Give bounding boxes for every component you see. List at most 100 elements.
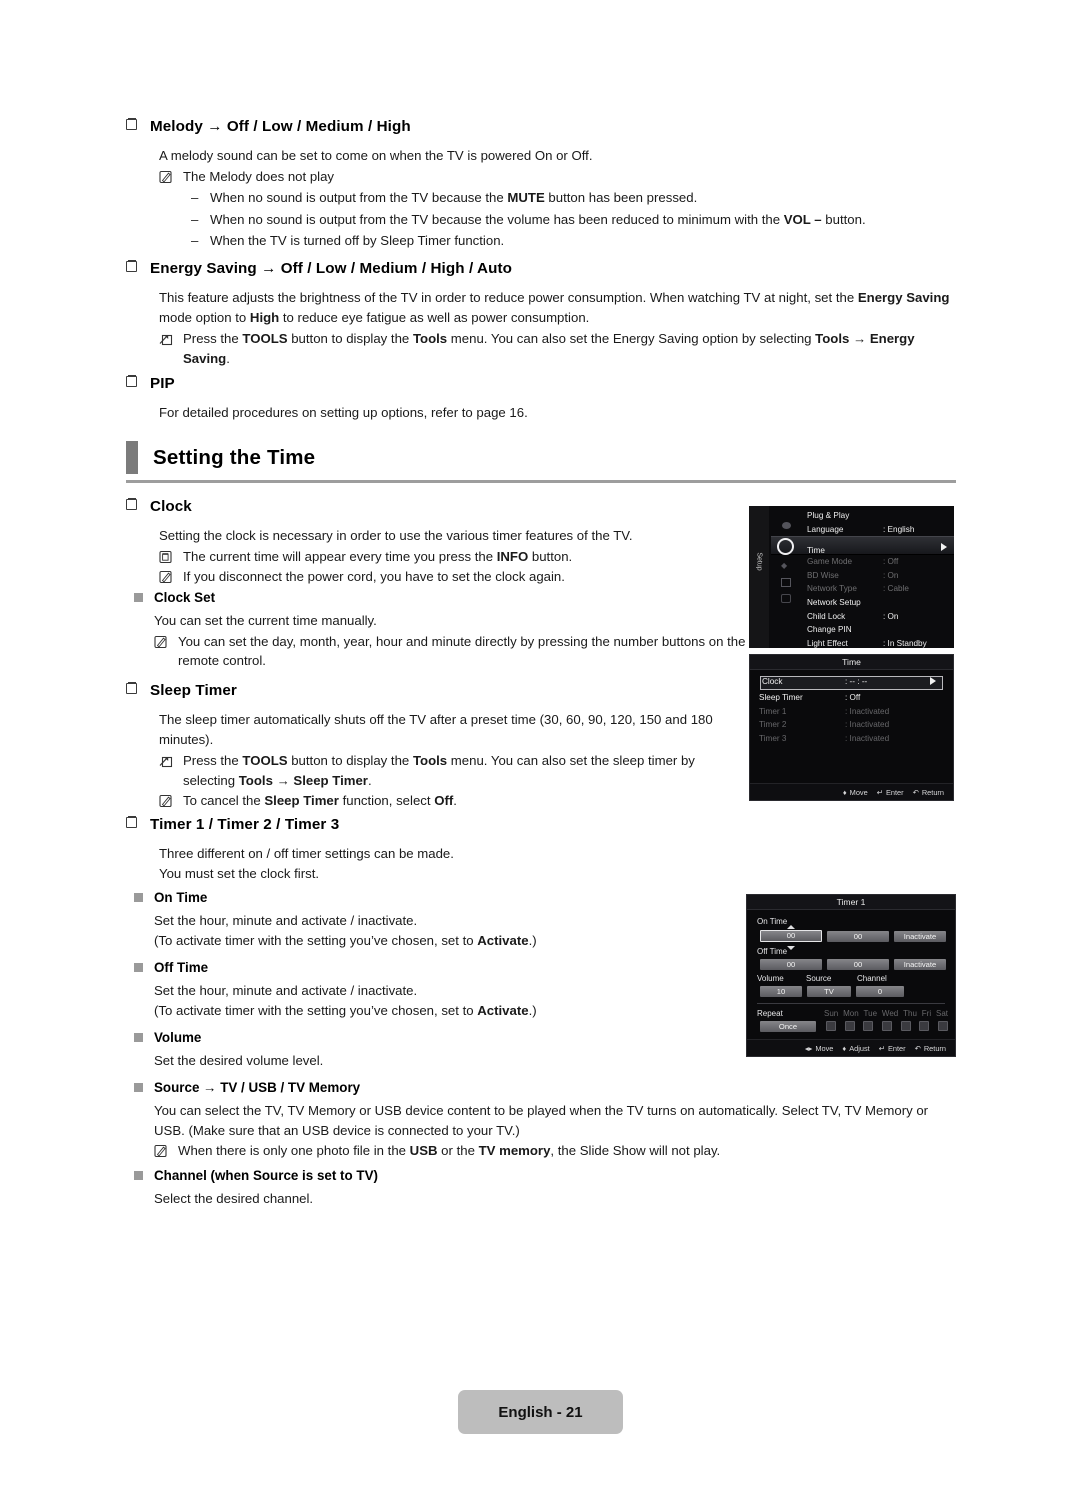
osd-setup-row-light-effect[interactable]: Light Effect : In Standby: [807, 639, 948, 648]
osd-setup-row-game-mode[interactable]: Game Mode : Off: [807, 557, 948, 571]
osd-timer1-on-state-field[interactable]: Inactivate: [894, 931, 946, 942]
osd-setup-row-language[interactable]: Language : English: [807, 525, 948, 539]
osd-timer1-off-state-field[interactable]: Inactivate: [894, 959, 946, 970]
osd-time-footer: ♦ Move ↵ Enter ↶ Return: [750, 783, 953, 800]
osd-timer1-on-hour-field[interactable]: 00: [760, 930, 822, 942]
sleep-timer-note-2: To cancel the Sleep Timer function, sele…: [159, 791, 744, 811]
osd-setup-value: : Cable: [883, 584, 909, 594]
source-heading-text: Source → TV / USB / TV Memory: [154, 1080, 361, 1095]
channel-line-1: Select the desired channel.: [154, 1191, 314, 1206]
section-on-time: On Time Set the hour, minute and activat…: [134, 890, 734, 950]
osd-timer1-source-field[interactable]: TV: [807, 986, 851, 997]
heading-divider: [126, 480, 956, 483]
clock-note-2-text: If you disconnect the power cord, you ha…: [183, 569, 565, 584]
day-checkbox-mon[interactable]: [844, 1021, 855, 1031]
osd-setup-row-change-pin[interactable]: Change PIN: [807, 625, 948, 639]
section-timers: Timer 1 / Timer 2 / Timer 3 Three differ…: [126, 815, 744, 883]
move-leftright-icon: ◂▸: [804, 1043, 813, 1053]
clock-intro: Setting the clock is necessary in order …: [159, 528, 633, 543]
melody-intro: A melody sound can be set to come on whe…: [159, 148, 593, 163]
day-checkbox-wed[interactable]: [881, 1021, 892, 1031]
melody-dash-3: – When the TV is turned off by Sleep Tim…: [191, 231, 956, 251]
clock-set-body: You can set the current time manually.: [154, 613, 377, 628]
square-bullet-icon: [134, 1083, 143, 1092]
clock-note-1: The current time will appear every time …: [159, 547, 746, 567]
energy-saving-heading: Energy Saving → Off / Low / Medium / Hig…: [126, 259, 956, 277]
osd-time-row-sleep-timer[interactable]: Sleep Timer : Off: [757, 693, 946, 707]
osd-timer1-channel-field[interactable]: 0: [856, 986, 904, 997]
osd-setup-row-plug-and-play[interactable]: Plug & Play: [807, 511, 948, 525]
day-checkbox-fri[interactable]: [919, 1021, 930, 1031]
checkbox-bullet-icon: [126, 259, 137, 272]
day-label-fri: Fri: [921, 1009, 932, 1018]
osd-timer1-day-labels: Sun Mon Tue Wed Thu Fri Sat: [824, 1009, 948, 1018]
osd-setup-menu: Setup ◆ Plug & Play Language : English T: [749, 506, 954, 648]
osd-time-row-timer-3[interactable]: Timer 3 : Inactivated: [757, 734, 946, 748]
day-checkbox-sun[interactable]: [826, 1021, 836, 1031]
clock-set-heading: Clock Set: [134, 590, 746, 605]
gear-icon: [777, 538, 794, 555]
checkbox-bullet-icon: [126, 497, 137, 510]
osd-time-row-clock[interactable]: Clock : -- : --: [757, 674, 946, 691]
osd-timer1-channel-label: Channel: [857, 974, 887, 983]
input-icon: ◆: [781, 561, 788, 570]
clock-set-heading-text: Clock Set: [154, 590, 216, 605]
osd-timer1-off-hour-field[interactable]: 00: [760, 959, 822, 970]
energy-saving-note-text: Press the TOOLS button to display the To…: [183, 331, 915, 366]
timers-heading: Timer 1 / Timer 2 / Timer 3: [126, 815, 744, 833]
melody-heading-text: Melody → Off / Low / Medium / High: [150, 118, 411, 135]
osd-time-title: Time: [750, 655, 953, 670]
osd-time-row-timer-2[interactable]: Timer 2 : Inactivated: [757, 720, 946, 734]
dash-mark: –: [191, 233, 199, 248]
osd-setup-row-child-lock[interactable]: Child Lock : On: [807, 612, 948, 626]
osd-timer1-move-label: Move: [815, 1043, 834, 1053]
osd-timer1-move-hint: ◂▸ Move: [805, 1044, 834, 1053]
tools-note-icon: [159, 754, 174, 768]
osd-timer1-adjust-hint: ♦ Adjust: [842, 1044, 869, 1053]
page-footer-badge: English - 21: [458, 1390, 623, 1434]
osd-timer1-on-time-label: On Time: [757, 917, 788, 926]
osd-setup-row-time[interactable]: Time: [807, 538, 948, 557]
day-checkbox-sat[interactable]: [937, 1021, 948, 1031]
osd-setup-row-network-setup[interactable]: Network Setup: [807, 598, 948, 612]
osd-time-value: : -- : --: [845, 677, 868, 686]
osd-timer1-day-checkboxes: [826, 1021, 948, 1031]
picture-icon: [782, 522, 791, 529]
osd-timer1-divider: [757, 1003, 945, 1004]
checkbox-bullet-icon: [126, 117, 137, 130]
osd-timer1-adjust-label: Adjust: [849, 1043, 870, 1053]
osd-timer1-on-minute-field[interactable]: 00: [827, 931, 889, 942]
day-checkbox-thu[interactable]: [900, 1021, 911, 1031]
day-checkbox-tue[interactable]: [863, 1021, 874, 1031]
clock-note-1-text: The current time will appear every time …: [183, 548, 573, 564]
melody-note-text: The Melody does not play: [183, 168, 335, 184]
osd-timer1-repeat-field[interactable]: Once: [760, 1021, 816, 1032]
support-icon: [781, 594, 791, 603]
pencil-note-icon: [159, 794, 174, 808]
osd-timer1-off-time-label: Off Time: [757, 947, 788, 956]
tools-note-icon: [159, 332, 174, 346]
osd-time-label: Timer 1: [759, 706, 787, 716]
osd-setup-row-bd-wise[interactable]: BD Wise : On: [807, 571, 948, 585]
checkbox-bullet-icon: [126, 815, 137, 828]
osd-timer1-off-minute-field[interactable]: 00: [827, 959, 889, 970]
osd-time-move-hint: ♦ Move: [843, 788, 868, 797]
square-bullet-icon: [134, 893, 143, 902]
osd-setup-row-network-type[interactable]: Network Type : Cable: [807, 584, 948, 598]
square-bullet-icon: [134, 1171, 143, 1180]
osd-setup-value: : On: [883, 611, 899, 621]
osd-timer1-volume-field[interactable]: 10: [760, 986, 802, 997]
checkbox-bullet-icon: [126, 374, 137, 387]
page-title: Setting the Time: [153, 445, 316, 469]
timers-line-2: You must set the clock first.: [159, 865, 320, 881]
timers-heading-text: Timer 1 / Timer 2 / Timer 3: [150, 816, 340, 833]
pencil-note-icon: [159, 170, 174, 184]
section-source: Source → TV / USB / TV Memory You can se…: [134, 1080, 956, 1161]
sleep-timer-note-1-text: Press the TOOLS button to display the To…: [183, 753, 695, 788]
day-label-tue: Tue: [863, 1009, 878, 1018]
heading-accent-bar: [126, 441, 138, 474]
osd-time-row-timer-1[interactable]: Timer 1 : Inactivated: [757, 707, 946, 721]
square-bullet-icon: [134, 593, 143, 602]
return-arrow-icon: ↶: [912, 787, 919, 797]
osd-setup-value: : Off: [883, 557, 899, 567]
